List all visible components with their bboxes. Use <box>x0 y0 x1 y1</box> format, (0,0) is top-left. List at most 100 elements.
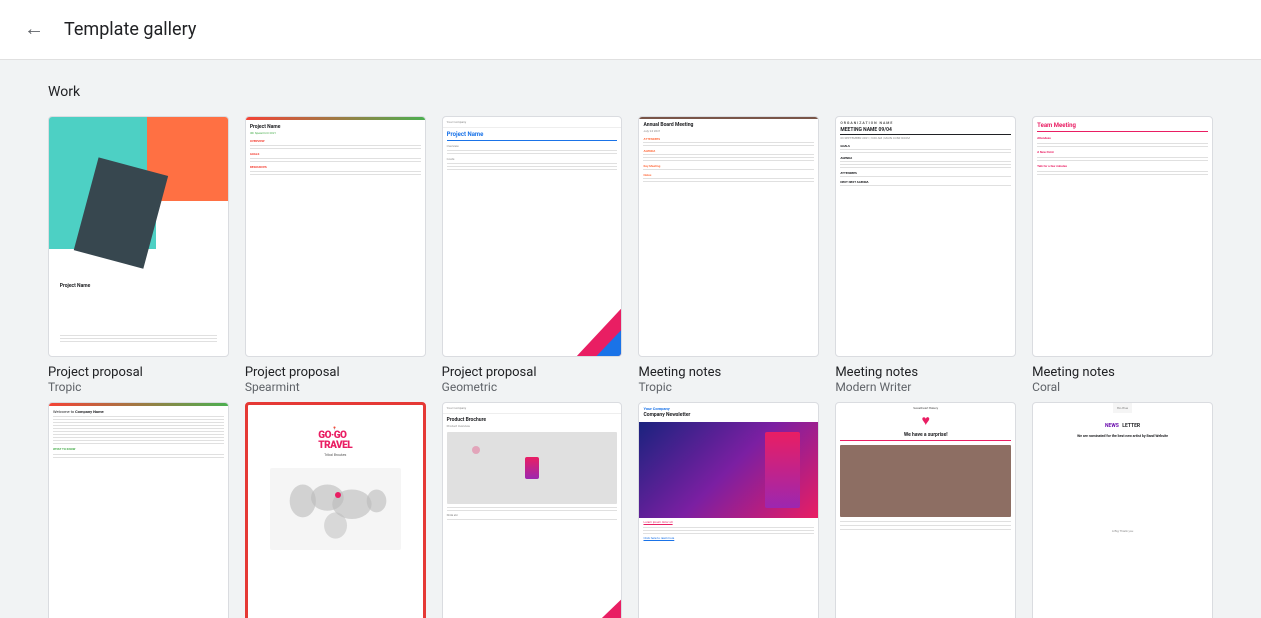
mm-section4: NEXT NEXT AGENDA <box>840 180 1011 184</box>
geo-line1 <box>447 150 618 151</box>
thumb-mn-modern: ORGANIZATION NAME MEETING NAME 09/04 09 … <box>836 117 1015 356</box>
template-item-newsletter-geometric[interactable]: Your Company Company Newsletter Lorem ip… <box>638 402 819 618</box>
template-thumb-brochure-modern-writer[interactable]: 📍 GO·GOTRAVEL Tribal Broukes <box>245 402 426 618</box>
ng-company: Your Company <box>643 406 814 411</box>
np-letter: LETTER <box>1122 423 1140 429</box>
proj-name: Project Name <box>60 283 91 289</box>
geo-section-overview: Overview <box>447 144 618 148</box>
template-item-meeting-notes-tropic[interactable]: Annual Board Meeting July 24 2021 ATTEND… <box>638 116 819 394</box>
thumb-brochure-geo: Your Company Product Brochure Product Ov… <box>443 403 622 618</box>
ob-l7 <box>53 434 224 435</box>
mc-l2 <box>1037 146 1208 147</box>
sp-section2: GOALS <box>250 152 421 156</box>
mm-section2: AGENDA <box>840 156 1011 160</box>
template-thumb-project-proposal-spearmint[interactable]: Project Name 4th Spearmint 2021 OVERVIEW… <box>245 116 426 357</box>
ng-phone <box>765 432 801 509</box>
sp-line2 <box>250 148 421 149</box>
mn-line2 <box>643 145 814 146</box>
mm-section3: ATTENDEES <box>840 171 1011 175</box>
template-thumb-project-proposal-tropic[interactable]: Project Name <box>48 116 229 357</box>
template-style: Spearmint <box>245 380 426 394</box>
np-news-section: NEWS LETTER <box>1101 413 1144 433</box>
nl-l1 <box>840 521 1011 522</box>
ng-l1 <box>643 527 814 528</box>
template-grid-row2: Welcome to Company Name WHAT TO KNOW <box>48 402 1213 618</box>
bg-subtitle: Product Overview <box>447 424 618 428</box>
template-thumb-newsletter-plum[interactable]: Bio-Blue NEWS LETTER We are nominated fo… <box>1032 402 1213 618</box>
mm-l3 <box>840 161 1011 162</box>
template-style: Tropic <box>48 380 229 394</box>
thumb-geometric: Your Company Project Name Overview Costs <box>443 117 622 356</box>
geo-line2 <box>447 153 618 154</box>
template-item-newsletter-lively[interactable]: Sweetheart Bakery ♥ We have a surprise! … <box>835 402 1016 618</box>
bg-title: Product Brochure <box>447 417 618 423</box>
nl-img <box>840 445 1011 517</box>
np-header-text: Bio-Blue <box>1117 406 1128 410</box>
ob-l1 <box>53 416 224 417</box>
geo-line4 <box>447 166 618 167</box>
template-thumb-newsletter-lively[interactable]: Sweetheart Bakery ♥ We have a surprise! <box>835 402 1016 618</box>
template-gallery-content: Work Project Name <box>0 60 1261 618</box>
sp-title: Project Name <box>250 124 421 130</box>
mc-l1 <box>1037 143 1208 144</box>
sp-line4 <box>250 161 421 162</box>
template-thumb-meeting-notes-coral[interactable]: Team Meeting Attendees A New Point Talk … <box>1032 116 1213 357</box>
template-item-newsletter-plum[interactable]: Bio-Blue NEWS LETTER We are nominated fo… <box>1032 402 1213 618</box>
header: ← Template gallery <box>0 0 1261 60</box>
ng-title: Company Newsletter <box>643 412 814 418</box>
ob-l12 <box>53 457 224 458</box>
ob-l11 <box>53 454 224 455</box>
sp-section3: RESOURCES <box>250 165 421 169</box>
thumb-onboarding: Welcome to Company Name WHAT TO KNOW <box>49 403 228 618</box>
template-name: Project proposal <box>442 365 623 380</box>
template-style: Coral <box>1032 380 1213 394</box>
thumb-mn-tropic: Annual Board Meeting July 24 2021 ATTEND… <box>639 117 818 356</box>
thumb-nl-geo: Your Company Company Newsletter Lorem ip… <box>639 403 818 618</box>
sp-line3 <box>250 158 421 159</box>
geo-proj-name: Project Name <box>447 131 618 138</box>
ob-l8 <box>53 437 224 438</box>
template-item-project-proposal-geometric[interactable]: Your Company Project Name Overview Costs <box>442 116 623 394</box>
template-thumb-newsletter-geometric[interactable]: Your Company Company Newsletter Lorem ip… <box>638 402 819 618</box>
template-name: Project proposal <box>245 365 426 380</box>
template-item-project-proposal-tropic[interactable]: Project Name Project proposal Tropic <box>48 116 229 394</box>
mc-label2: A New Point <box>1037 150 1208 154</box>
back-button[interactable]: ← <box>20 14 48 45</box>
template-item-onboarding-spearmint[interactable]: Welcome to Company Name WHAT TO KNOW <box>48 402 229 618</box>
sp-subtitle: 4th Spearmint 2021 <box>250 131 421 135</box>
mn-line5 <box>643 160 814 161</box>
template-thumb-project-proposal-geometric[interactable]: Your Company Project Name Overview Costs <box>442 116 623 357</box>
template-item-brochure-modern-writer[interactable]: 📍 GO·GOTRAVEL Tribal Broukes <box>245 402 426 618</box>
ob-l4 <box>53 425 224 426</box>
template-thumb-meeting-notes-tropic[interactable]: Annual Board Meeting July 24 2021 ATTEND… <box>638 116 819 357</box>
template-item-project-proposal-spearmint[interactable]: Project Name 4th Spearmint 2021 OVERVIEW… <box>245 116 426 394</box>
template-item-meeting-notes-coral[interactable]: Team Meeting Attendees A New Point Talk … <box>1032 116 1213 394</box>
template-thumb-brochure-geometric[interactable]: Your Company Product Brochure Product Ov… <box>442 402 623 618</box>
bm-tagline: Tribal Broukes <box>324 453 346 457</box>
mn-line1 <box>643 142 814 143</box>
template-style: Geometric <box>442 380 623 394</box>
template-thumb-meeting-notes-modern-writer[interactable]: ORGANIZATION NAME MEETING NAME 09/04 09 … <box>835 116 1016 357</box>
template-thumb-onboarding-spearmint[interactable]: Welcome to Company Name WHAT TO KNOW <box>48 402 229 618</box>
mm-l5 <box>840 167 1011 168</box>
ob-l5 <box>53 428 224 429</box>
ng-header: Your Company Company Newsletter <box>639 403 818 422</box>
ob-l9 <box>53 440 224 441</box>
geo-line3 <box>447 163 618 164</box>
mm-title: MEETING NAME 09/04 <box>840 127 1011 135</box>
mn-line6 <box>643 169 814 170</box>
mn-line7 <box>643 178 814 179</box>
np-news: NEWS <box>1105 423 1119 429</box>
template-name: Meeting notes <box>638 365 819 380</box>
template-item-brochure-geometric[interactable]: Your Company Product Brochure Product Ov… <box>442 402 623 618</box>
spearmint-bar <box>246 117 425 120</box>
sp-section1: OVERVIEW <box>250 139 421 143</box>
work-section: Work Project Name <box>48 84 1213 618</box>
mm-l4 <box>840 164 1011 165</box>
template-grid-row1: Project Name Project proposal Tropic <box>48 116 1213 394</box>
sp-line6 <box>250 174 421 175</box>
template-item-meeting-notes-modern-writer[interactable]: ORGANIZATION NAME MEETING NAME 09/04 09 … <box>835 116 1016 394</box>
template-name: Meeting notes <box>1032 365 1213 380</box>
ob-l6 <box>53 431 224 432</box>
ob-section1: WHAT TO KNOW <box>53 447 224 451</box>
